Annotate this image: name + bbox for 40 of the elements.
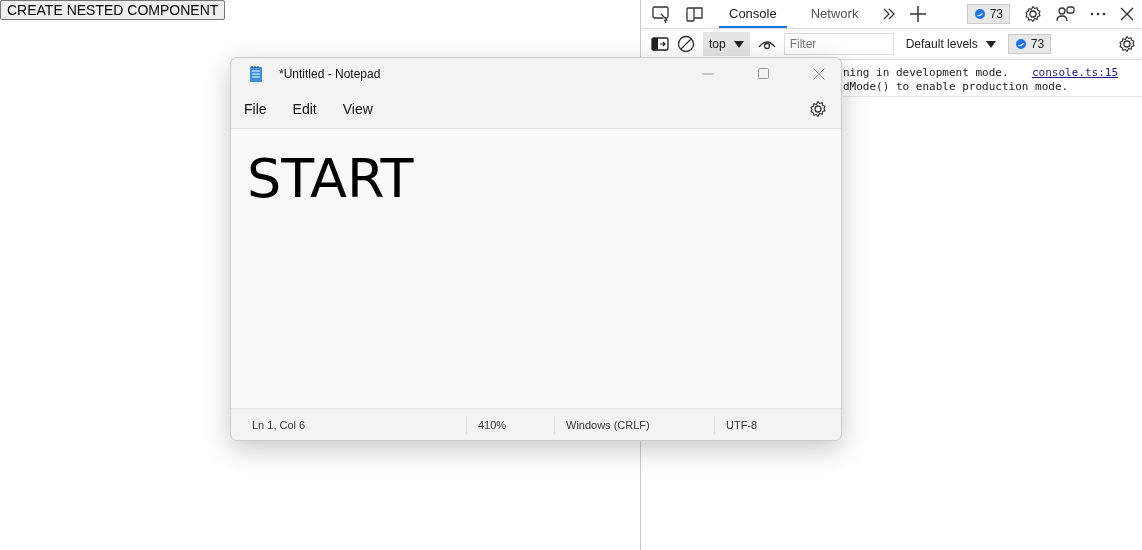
settings-icon[interactable]	[809, 99, 827, 118]
caret-icon	[985, 40, 996, 48]
status-text: Ln 1, Col 6	[251, 417, 307, 433]
caret-icon	[733, 40, 744, 48]
status-text: UTF-8	[714, 415, 841, 434]
filter-field[interactable]: Filter	[783, 33, 894, 55]
inspect-icon[interactable]	[651, 5, 671, 23]
more-tabs-icon[interactable]	[882, 7, 897, 21]
device-icon[interactable]	[685, 5, 705, 23]
status-text: 410%	[466, 415, 554, 434]
menu-item[interactable]: File	[244, 96, 280, 121]
settings-icon[interactable]	[1118, 35, 1136, 53]
menu-item[interactable]: View	[342, 96, 386, 121]
context-dropdown[interactable]: top	[703, 32, 750, 56]
clear-icon[interactable]	[677, 35, 695, 53]
more-icon[interactable]	[1090, 12, 1106, 16]
menu-item[interactable]: Edit	[292, 96, 330, 121]
source-link[interactable]: console.ts:15	[1031, 66, 1118, 80]
message-icon	[973, 8, 986, 20]
window-title: *Untitled - Notepad	[279, 66, 381, 81]
close-icon[interactable]	[1120, 7, 1134, 21]
message-icon	[1014, 38, 1027, 50]
status-text: Windows (CRLF)	[554, 415, 714, 434]
levels-dropdown[interactable]: Default levels	[901, 37, 1000, 51]
devtools-tab[interactable]: Network	[800, 0, 869, 28]
messages-button[interactable]: 73	[1007, 34, 1052, 54]
add-icon[interactable]	[910, 6, 927, 22]
text-editor[interactable]: START	[231, 129, 841, 408]
eye-icon[interactable]	[757, 38, 776, 50]
notepad-icon	[249, 64, 263, 83]
maximize-icon[interactable]	[758, 68, 769, 79]
console-message: ning in development mode.	[843, 66, 1009, 80]
people-icon[interactable]	[1056, 5, 1076, 23]
issues-button[interactable]: 73	[966, 4, 1010, 24]
editor-text: START	[247, 149, 414, 209]
settings-icon[interactable]	[1024, 5, 1042, 23]
console-message: dMode() to enable production mode.	[843, 80, 1069, 94]
sidebar-icon[interactable]	[651, 37, 669, 51]
create-button[interactable]: CREATE NESTED COMPONENT	[0, 0, 226, 20]
devtools-tab[interactable]: Console	[719, 0, 787, 28]
